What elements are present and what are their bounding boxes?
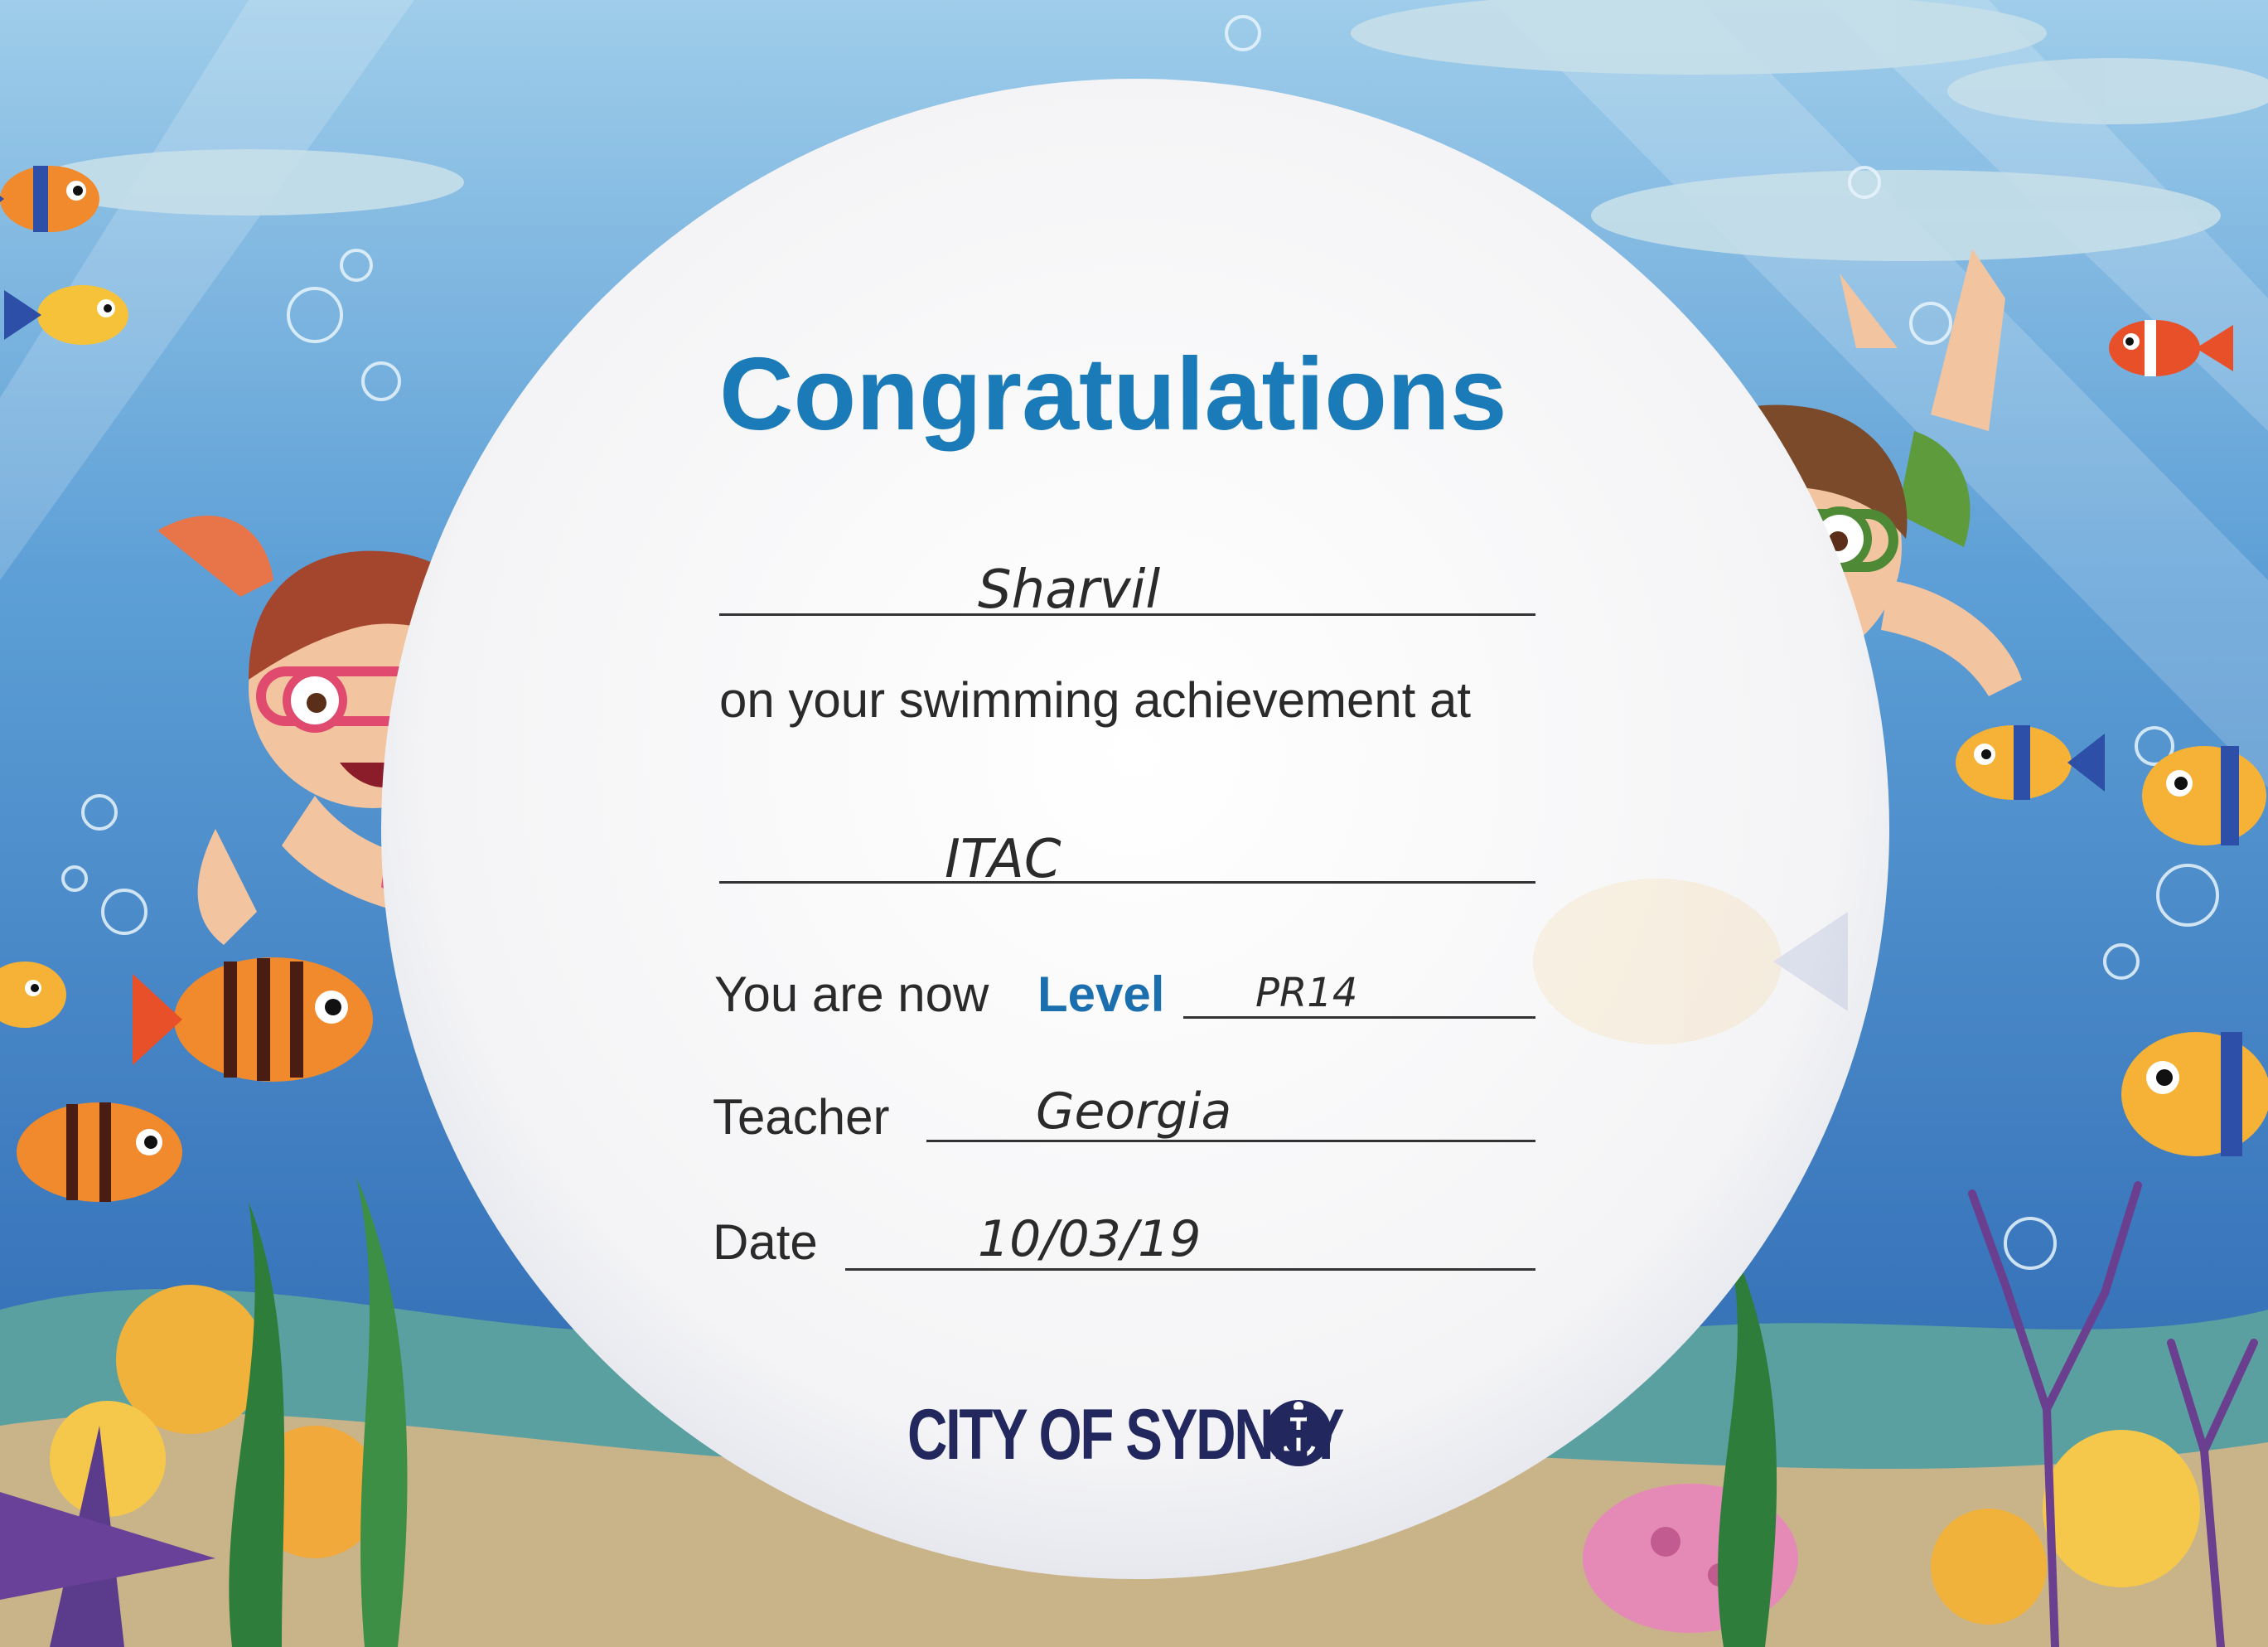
level-label: Level	[1037, 966, 1165, 1022]
level-value: PR14	[1255, 970, 1358, 1016]
recipient-name-line	[719, 613, 1535, 616]
venue-line	[719, 881, 1535, 884]
level-prefix: You are now	[714, 966, 989, 1022]
certificate-title: Congratulations	[719, 337, 1507, 452]
issuer-logo-text: CITY OF SYDNEY	[907, 1395, 1344, 1475]
date-label: Date	[713, 1214, 818, 1270]
date-value: 10/03/19	[978, 1210, 1202, 1268]
recipient-name-value: Sharvil	[978, 559, 1161, 621]
level-line	[1183, 1016, 1535, 1019]
teacher-label: Teacher	[713, 1089, 890, 1145]
teacher-value: Georgia	[1036, 1083, 1232, 1141]
date-line	[845, 1268, 1535, 1271]
certificate-circle-panel	[381, 79, 1889, 1579]
teacher-line	[926, 1140, 1535, 1142]
achievement-text: on your swimming achievement at	[719, 672, 1472, 728]
